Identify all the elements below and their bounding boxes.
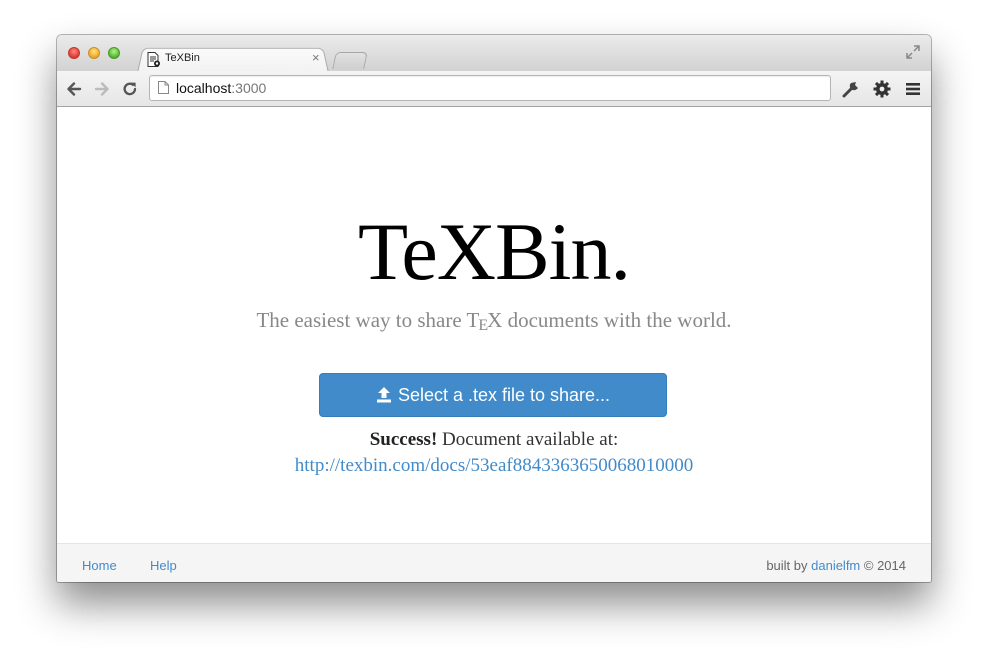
page-content: TeXBin. The easiest way to share TEX doc… <box>57 107 931 582</box>
page-icon <box>158 81 169 94</box>
zoom-window-button[interactable] <box>108 47 120 59</box>
success-message: Success! Document available at: <box>369 429 619 450</box>
gear-icon[interactable] <box>872 79 892 99</box>
browser-window: TeXBin × localhost:3000 TeXBin. The easi… <box>57 35 931 582</box>
reload-icon[interactable] <box>121 80 139 98</box>
address-bar[interactable]: localhost:3000 <box>149 75 831 101</box>
select-file-label: Select a .tex file to share... <box>397 384 611 405</box>
url-host: localhost <box>176 80 232 96</box>
tab-title: TeXBin <box>165 52 200 64</box>
close-window-button[interactable] <box>68 47 80 59</box>
minimize-window-button[interactable] <box>88 47 100 59</box>
document-link[interactable]: http://texbin.com/docs/53eaf884336365006… <box>57 455 931 477</box>
footer: Home Help built by danielfm © 2014 <box>57 543 931 582</box>
footer-link-home[interactable]: Home <box>82 558 117 573</box>
menu-icon[interactable] <box>903 79 923 99</box>
tab-texbin-content[interactable]: TeXBin × <box>145 50 325 70</box>
select-file-button[interactable]: Select a .tex file to share... <box>319 373 667 417</box>
footer-link-help[interactable]: Help <box>150 558 177 573</box>
fullscreen-icon[interactable] <box>905 44 921 60</box>
back-arrow-icon[interactable] <box>65 80 83 98</box>
page-title: TeXBin. <box>358 206 631 297</box>
footer-credit: built by danielfm © 2014 <box>766 558 906 573</box>
document-icon <box>147 52 160 67</box>
new-tab-button[interactable] <box>332 52 368 69</box>
tab-strip: TeXBin × <box>57 35 931 73</box>
url-text[interactable]: localhost:3000 <box>176 80 266 96</box>
wrench-icon[interactable] <box>841 79 861 99</box>
author-link[interactable]: danielfm <box>811 558 860 573</box>
tab-close-icon[interactable]: × <box>312 50 320 65</box>
browser-toolbar: localhost:3000 <box>57 71 931 107</box>
upload-icon <box>376 387 391 403</box>
tagline: The easiest way to share TEX documents w… <box>256 308 732 334</box>
forward-arrow-icon[interactable] <box>93 80 111 98</box>
url-port: :3000 <box>231 80 267 96</box>
